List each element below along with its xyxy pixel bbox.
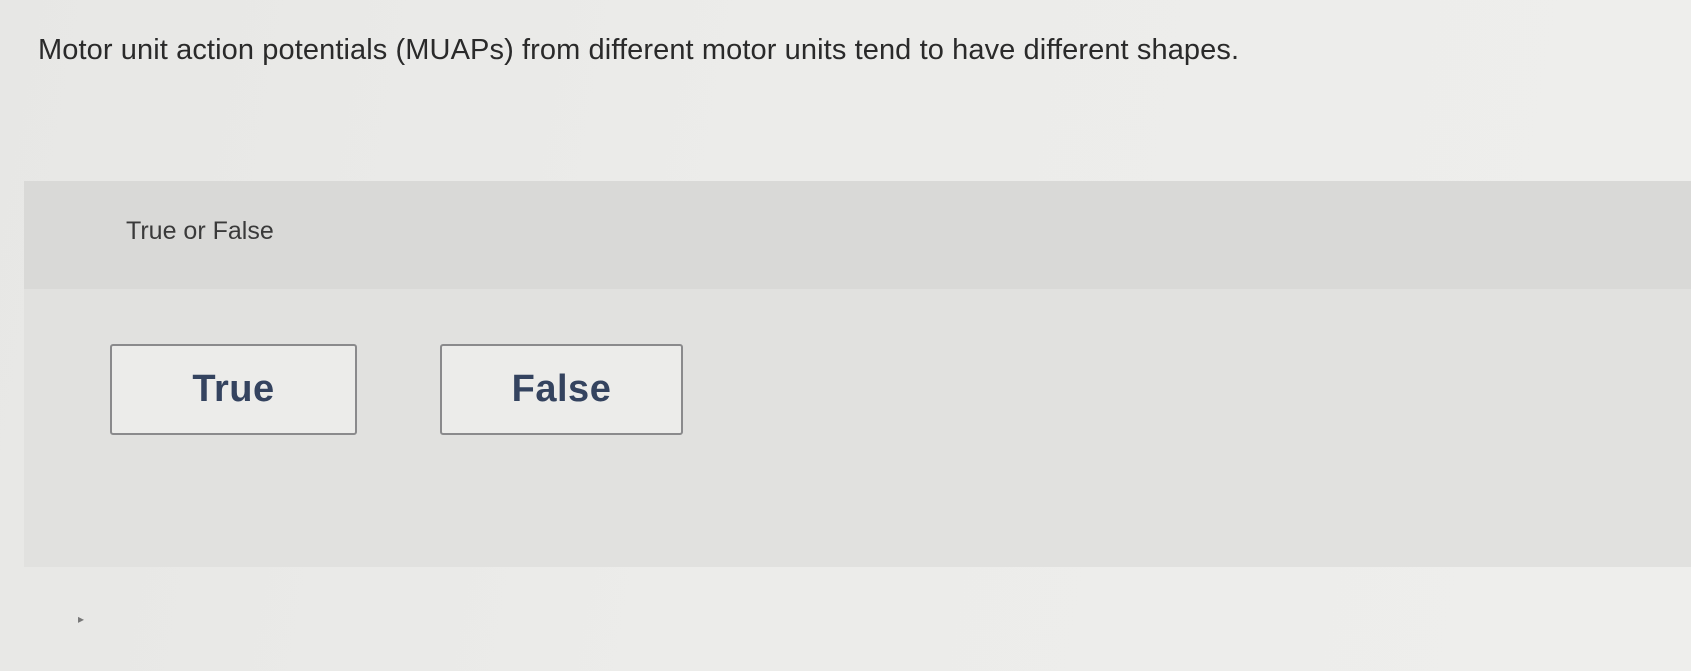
false-button[interactable]: False — [440, 344, 683, 435]
cursor-mark: ▸ — [78, 612, 85, 626]
true-button[interactable]: True — [110, 344, 357, 435]
prompt-text: True or False — [126, 217, 274, 245]
answer-panel: True or False True False — [24, 181, 1691, 567]
prompt-band: True or False — [24, 181, 1691, 289]
question-text: Motor unit action potentials (MUAPs) fro… — [38, 34, 1240, 66]
false-button-label: False — [511, 368, 612, 410]
true-button-label: True — [192, 368, 275, 410]
